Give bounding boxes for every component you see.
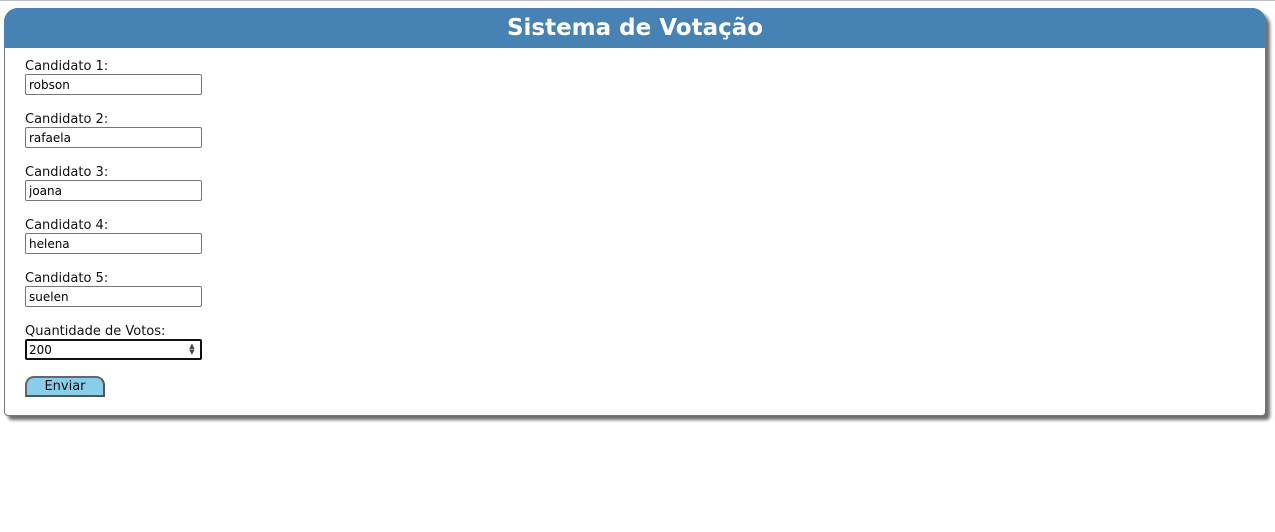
candidate-4-field: Candidato 4: [25,218,202,254]
spinner-arrows-icon[interactable]: ▲ ▼ [188,343,196,356]
panel-header: Sistema de Votação [4,8,1266,48]
votes-number-wrapper: ▲▼ [25,339,202,360]
votes-label: Quantidade de Votos: [25,324,166,339]
candidate-2-label: Candidato 2: [25,112,109,127]
candidate-3-input[interactable] [25,180,202,201]
candidate-5-input[interactable] [25,286,202,307]
page-title: Sistema de Votação [506,15,764,41]
candidate-5-label: Candidato 5: [25,271,109,286]
candidate-1-field: Candidato 1: [25,59,202,95]
candidate-4-label: Candidato 4: [25,218,109,233]
candidate-1-input[interactable] [25,74,202,95]
top-border-line [0,0,1275,1]
candidate-4-input[interactable] [25,233,202,254]
candidate-3-field: Candidato 3: [25,165,202,201]
candidate-2-input[interactable] [25,127,202,148]
candidate-2-field: Candidato 2: [25,112,202,148]
candidate-5-field: Candidato 5: [25,271,202,307]
candidate-3-label: Candidato 3: [25,165,109,180]
voting-panel: Sistema de Votação Candidato 1: Candidat… [4,8,1266,416]
votes-number-input[interactable] [25,339,202,360]
votes-field: Quantidade de Votos: ▲▼ [25,324,202,360]
submit-button[interactable]: Enviar [25,376,105,397]
candidate-1-label: Candidato 1: [25,59,109,74]
